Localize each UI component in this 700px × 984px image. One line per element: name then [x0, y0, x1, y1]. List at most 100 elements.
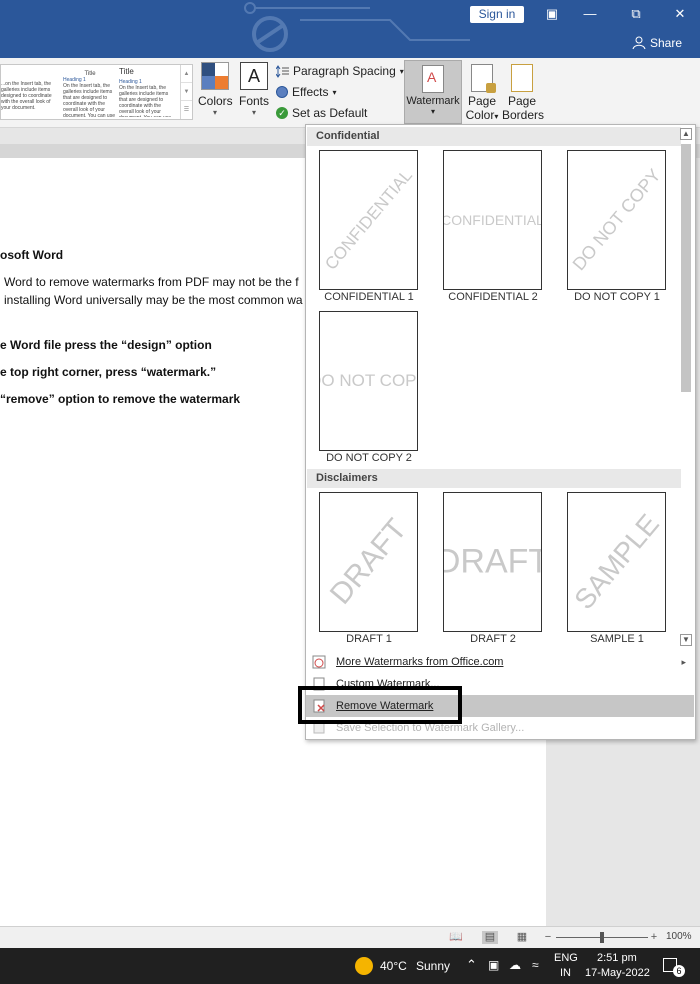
- watermark-do-not-copy-1[interactable]: DO NOT COPY DO NOT COPY 1: [567, 150, 667, 308]
- temperature[interactable]: 40°C: [380, 959, 407, 973]
- zoom-out-button[interactable]: −: [540, 931, 556, 944]
- page-color-label-2-row: Color▾: [464, 108, 500, 122]
- chevron-down-icon: ▾: [251, 108, 256, 117]
- clock-time[interactable]: 2:51 pm: [597, 952, 637, 964]
- language-region[interactable]: IN: [560, 967, 571, 979]
- zoom-in-button[interactable]: +: [646, 931, 662, 944]
- watermark-sample-1[interactable]: SAMPLE SAMPLE 1: [567, 492, 667, 650]
- thumb-body: ...on the Insert tab, the galleries incl…: [1, 81, 52, 111]
- gallery-up-icon[interactable]: ▲: [181, 65, 192, 83]
- watermark-label: CONFIDENTIAL 2: [448, 291, 538, 303]
- watermark-preview-text: DO NOT COPY: [320, 371, 417, 390]
- zoom-slider-thumb[interactable]: [600, 932, 604, 943]
- doc-heading: osoft Word: [0, 248, 64, 262]
- submenu-arrow-icon: ▸: [681, 657, 686, 667]
- page-color-label-2: Color: [465, 108, 495, 122]
- chevron-up-icon[interactable]: ⌃: [466, 957, 477, 973]
- watermark-confidential-1[interactable]: CONFIDENTIAL CONFIDENTIAL 1: [319, 150, 419, 308]
- page-borders-label-2: Borders: [502, 108, 545, 122]
- watermark-label: DRAFT 2: [470, 633, 516, 645]
- scroll-down-icon[interactable]: ▼: [680, 634, 692, 646]
- watermark-preview-text: CONFIDENTIAL: [443, 212, 542, 228]
- effects-label: Effects: [292, 85, 329, 99]
- watermark-dropdown: Confidential CONFIDENTIAL CONFIDENTIAL 1…: [305, 124, 696, 740]
- effects-icon: [276, 86, 288, 98]
- watermark-draft-1[interactable]: DRAFT DRAFT 1: [319, 492, 419, 650]
- watermark-preview: DRAFT: [443, 492, 542, 632]
- page-borders-icon: [511, 64, 533, 92]
- meet-now-icon[interactable]: ▣: [488, 958, 499, 972]
- style-set-thumb-1[interactable]: ...on the Insert tab, the galleries incl…: [1, 67, 57, 117]
- set-as-default-label: Set as Default: [292, 106, 368, 120]
- chevron-down-icon: ▾: [494, 112, 499, 121]
- doc-paragraph-line: installing Word universally may be the m…: [4, 293, 303, 307]
- chevron-down-icon: ▾: [332, 87, 337, 97]
- thumb-body: On the Insert tab, the galleries include…: [119, 85, 171, 117]
- paragraph-spacing-button[interactable]: Paragraph Spacing ▾: [276, 64, 404, 78]
- read-mode-icon[interactable]: 📖: [448, 931, 464, 944]
- watermark-gallery-scrollbar[interactable]: ▲ ▼: [678, 126, 694, 648]
- fonts-label: Fonts: [238, 94, 269, 108]
- watermark-preview: DRAFT: [319, 492, 418, 632]
- watermark-preview-text: DRAFT: [323, 512, 413, 611]
- zoom-level[interactable]: 100%: [666, 931, 692, 942]
- print-layout-icon[interactable]: ▤: [482, 931, 498, 944]
- doc-step-3: “remove” option to remove the watermark: [0, 392, 241, 406]
- clock-date[interactable]: 17-May-2022: [585, 967, 650, 979]
- onedrive-cloud-icon[interactable]: ☁: [509, 958, 521, 972]
- person-icon: [632, 36, 646, 50]
- watermark-confidential-2[interactable]: CONFIDENTIAL CONFIDENTIAL 2: [443, 150, 543, 308]
- color-palette-icon: [201, 62, 229, 90]
- chevron-down-icon: ▾: [212, 108, 217, 117]
- gallery-more-icon[interactable]: ☰: [181, 101, 192, 119]
- page-color-label-1: Page: [467, 94, 497, 108]
- more-watermarks-label: More Watermarks from Office.com: [336, 656, 504, 668]
- thumb-body: On the Insert tab, the galleries include…: [63, 83, 115, 117]
- gallery-scrollbar[interactable]: ▲ ▼ ☰: [180, 65, 192, 119]
- style-set-gallery[interactable]: ...on the Insert tab, the galleries incl…: [0, 64, 193, 120]
- watermark-preview: DO NOT COPY: [319, 311, 418, 451]
- set-as-default-button[interactable]: ✓ Set as Default: [276, 106, 367, 120]
- title-bar: Sign in ▣ — ⧉ ✕ Share: [0, 0, 700, 58]
- minimize-icon[interactable]: —: [580, 4, 600, 24]
- watermark-button[interactable]: A Watermark ▾: [404, 60, 462, 124]
- ribbon-display-options-icon[interactable]: ▣: [542, 4, 562, 24]
- paragraph-spacing-label: Paragraph Spacing: [293, 64, 396, 78]
- watermark-label: Watermark: [406, 95, 460, 107]
- fonts-button[interactable]: A Fonts ▾: [237, 62, 271, 117]
- watermark-label: DO NOT COPY 1: [574, 291, 660, 303]
- effects-button[interactable]: Effects ▾: [276, 85, 336, 99]
- watermark-preview: CONFIDENTIAL: [319, 150, 418, 290]
- watermark-do-not-copy-2[interactable]: DO NOT COPY DO NOT COPY 2: [319, 311, 419, 469]
- style-set-thumb-2[interactable]: Title Heading 1 On the Insert tab, the g…: [63, 67, 117, 117]
- status-bar: 📖 ▤ ▦ − + 100%: [0, 926, 700, 948]
- close-icon[interactable]: ✕: [670, 4, 690, 24]
- watermark-label: DO NOT COPY 2: [326, 452, 412, 464]
- page-color-button[interactable]: Page Color▾: [464, 64, 500, 122]
- watermark-preview-text: DO NOT COPY: [568, 165, 665, 275]
- style-set-thumb-3[interactable]: Title Heading 1 On the Insert tab, the g…: [119, 67, 173, 117]
- language-code[interactable]: ENG: [554, 952, 578, 964]
- font-a-icon: A: [240, 62, 268, 90]
- watermark-draft-2[interactable]: DRAFT DRAFT 2: [443, 492, 543, 650]
- wifi-icon[interactable]: ≈: [532, 958, 539, 972]
- web-layout-icon[interactable]: ▦: [514, 931, 530, 944]
- thumb-title: Title: [119, 67, 134, 76]
- scroll-up-icon[interactable]: ▲: [680, 128, 692, 140]
- watermark-preview: SAMPLE: [567, 492, 666, 632]
- weather-condition[interactable]: Sunny: [416, 959, 450, 973]
- more-watermarks-menu-item[interactable]: More Watermarks from Office.com ▸: [306, 651, 694, 673]
- ribbon: ...on the Insert tab, the galleries incl…: [0, 58, 700, 128]
- paragraph-spacing-icon: [276, 64, 289, 78]
- page-borders-button[interactable]: Page Borders: [502, 64, 545, 122]
- share-label: Share: [650, 36, 683, 50]
- watermark-preview-text: DRAFT: [444, 542, 541, 581]
- restore-icon[interactable]: ⧉: [626, 4, 646, 24]
- highlight-annotation-box: [298, 686, 462, 724]
- notification-count-badge: 6: [673, 965, 685, 977]
- gallery-down-icon[interactable]: ▼: [181, 83, 192, 101]
- colors-button[interactable]: Colors ▾: [198, 62, 233, 117]
- share-button[interactable]: Share: [632, 36, 682, 50]
- scroll-thumb[interactable]: [681, 144, 691, 392]
- sign-in-button[interactable]: Sign in: [470, 6, 524, 23]
